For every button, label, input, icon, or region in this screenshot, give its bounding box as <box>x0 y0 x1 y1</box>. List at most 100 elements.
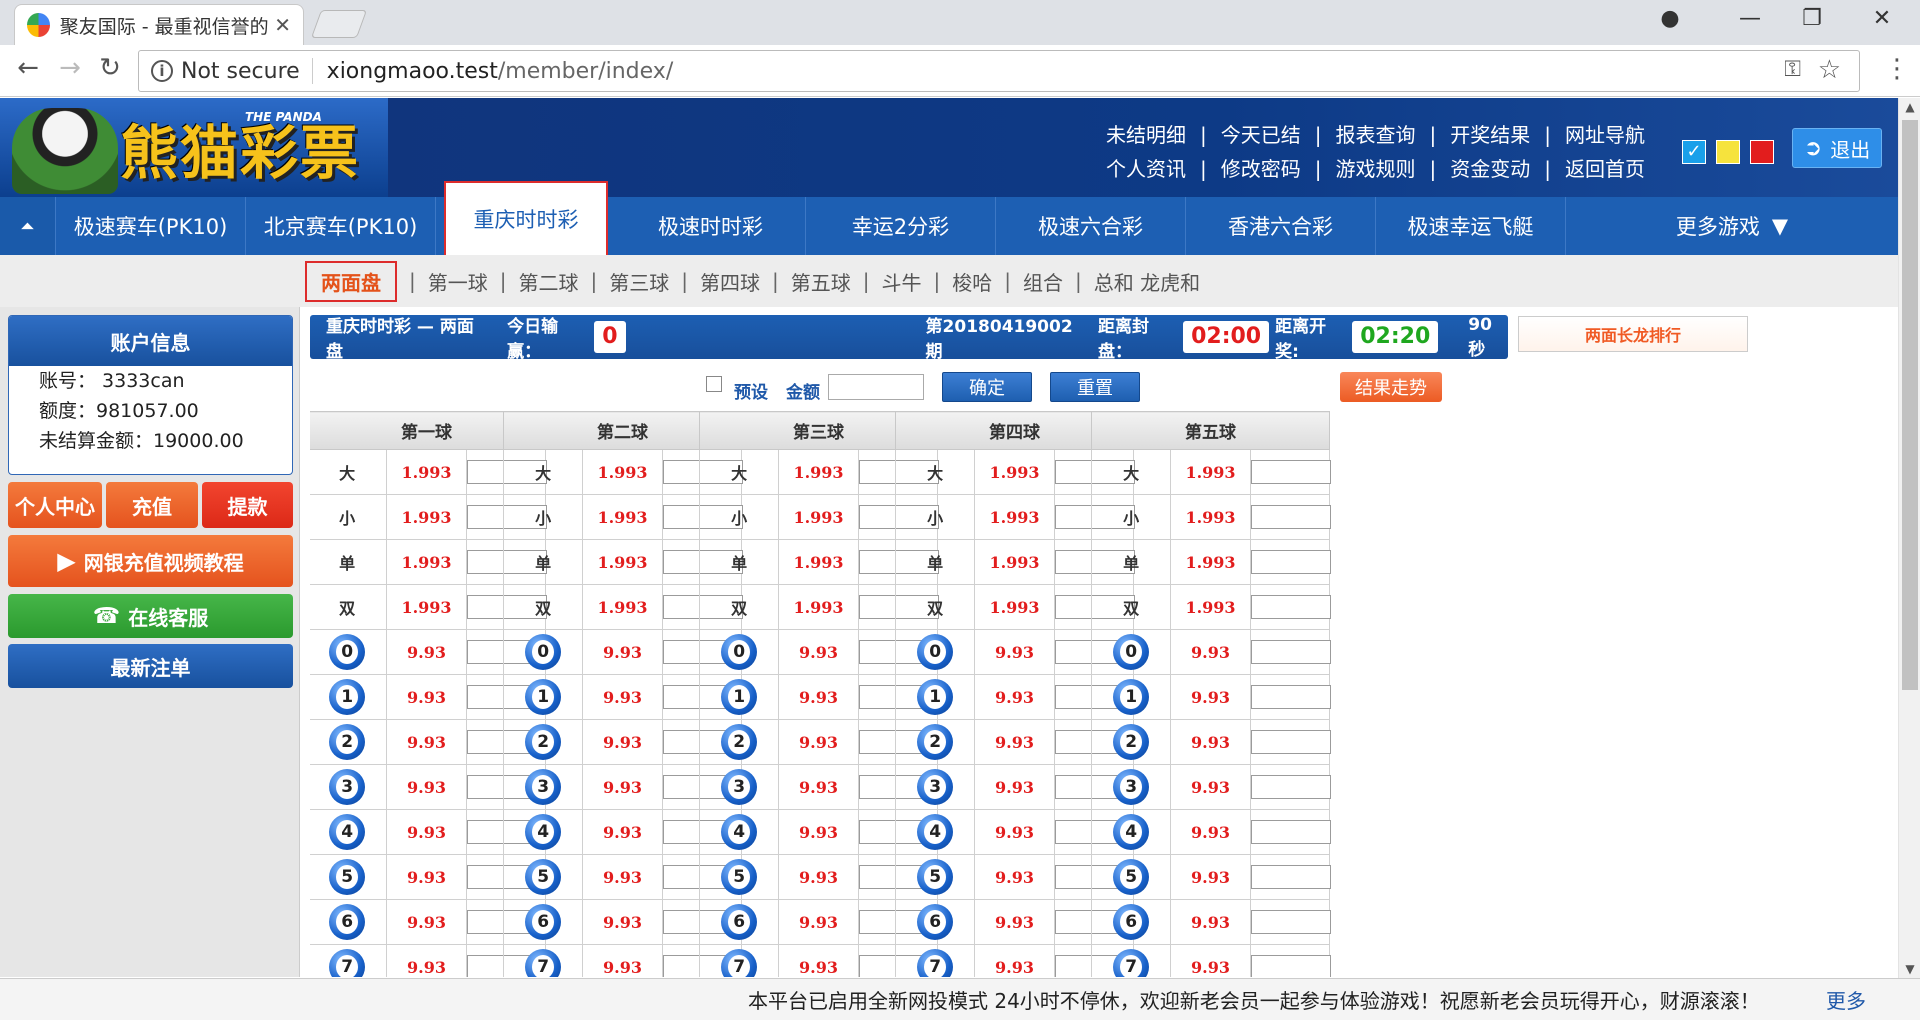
odds-value[interactable]: 9.93 <box>778 719 859 765</box>
odds-value[interactable]: 9.93 <box>582 719 663 765</box>
link-reports[interactable]: 报表查询 <box>1336 118 1416 152</box>
amount-input[interactable] <box>828 374 924 400</box>
recharge-button[interactable]: 充值 <box>106 482 198 528</box>
odds-value[interactable]: 9.93 <box>386 944 467 977</box>
page-scrollbar[interactable]: ▲ ▼ <box>1898 98 1920 978</box>
odds-value[interactable]: 1.993 <box>974 494 1055 540</box>
reset-button[interactable]: 重置 <box>1050 372 1140 402</box>
restore-icon[interactable]: ❐ <box>1792 6 1832 31</box>
preset-checkbox[interactable] <box>706 376 722 392</box>
subnav-bull[interactable]: 斗牛 <box>882 267 922 296</box>
odds-value[interactable]: 9.93 <box>974 719 1055 765</box>
odds-value[interactable]: 1.993 <box>582 494 663 540</box>
odds-value[interactable]: 1.993 <box>778 449 859 495</box>
odds-value[interactable]: 9.93 <box>974 899 1055 945</box>
nav-item-speed-airship[interactable]: 极速幸运飞艇 <box>1376 197 1566 255</box>
odds-value[interactable]: 9.93 <box>582 764 663 810</box>
odds-value[interactable]: 9.93 <box>1170 629 1251 675</box>
link-fund-changes[interactable]: 资金变动 <box>1450 152 1530 186</box>
odds-value[interactable]: 1.993 <box>778 494 859 540</box>
odds-value[interactable]: 9.93 <box>778 899 859 945</box>
subnav-ball-2[interactable]: 第二球 <box>519 267 579 296</box>
odds-value[interactable]: 1.993 <box>1170 539 1251 585</box>
bet-amount-input[interactable] <box>1250 505 1331 529</box>
nav-item-speed-marksix[interactable]: 极速六合彩 <box>996 197 1186 255</box>
chevron-up-icon[interactable]: ⏶ <box>0 197 56 255</box>
link-home[interactable]: 返回首页 <box>1565 152 1645 186</box>
odds-value[interactable]: 9.93 <box>974 854 1055 900</box>
odds-value[interactable]: 1.993 <box>386 494 467 540</box>
odds-value[interactable]: 9.93 <box>386 764 467 810</box>
odds-value[interactable]: 1.993 <box>582 449 663 495</box>
odds-value[interactable]: 9.93 <box>1170 719 1251 765</box>
odds-value[interactable]: 9.93 <box>1170 674 1251 720</box>
link-change-password[interactable]: 修改密码 <box>1221 152 1301 186</box>
nav-item-pk10-beijing[interactable]: 北京赛车(PK10) <box>246 197 436 255</box>
odds-value[interactable]: 9.93 <box>778 764 859 810</box>
link-rules[interactable]: 游戏规则 <box>1336 152 1416 186</box>
odds-value[interactable]: 9.93 <box>778 944 859 977</box>
subnav-combo[interactable]: 组合 <box>1023 267 1063 296</box>
bet-amount-input[interactable] <box>1250 775 1331 799</box>
key-icon[interactable]: ⚿ <box>1784 57 1801 82</box>
logout-button[interactable]: ➲ 退出 <box>1792 128 1882 168</box>
link-draw-results[interactable]: 开奖结果 <box>1450 118 1530 152</box>
odds-value[interactable]: 9.93 <box>974 764 1055 810</box>
odds-value[interactable]: 1.993 <box>974 449 1055 495</box>
link-unsettled[interactable]: 未结明细 <box>1106 118 1186 152</box>
odds-value[interactable]: 9.93 <box>386 719 467 765</box>
bet-amount-input[interactable] <box>1250 595 1331 619</box>
odds-value[interactable]: 9.93 <box>1170 944 1251 977</box>
odds-value[interactable]: 9.93 <box>386 674 467 720</box>
odds-value[interactable]: 9.93 <box>582 809 663 855</box>
scroll-up-icon[interactable]: ▲ <box>1899 100 1920 114</box>
address-bar[interactable]: i Not secure xiongmaoo.test /member/inde… <box>138 50 1860 92</box>
odds-value[interactable]: 1.993 <box>386 449 467 495</box>
reload-icon[interactable]: ↻ <box>92 53 128 83</box>
info-icon[interactable]: i <box>151 60 173 82</box>
scroll-down-icon[interactable]: ▼ <box>1899 962 1920 976</box>
odds-value[interactable]: 9.93 <box>386 809 467 855</box>
odds-value[interactable]: 1.993 <box>1170 449 1251 495</box>
odds-value[interactable]: 9.93 <box>582 674 663 720</box>
browser-tab[interactable]: 聚友国际 - 最重视信誉的 ✕ <box>14 4 304 45</box>
minimize-icon[interactable]: — <box>1730 6 1770 31</box>
theme-yellow-swatch[interactable] <box>1716 140 1740 164</box>
subnav-sum-dragon-tiger[interactable]: 总和 龙虎和 <box>1094 267 1200 296</box>
scroll-thumb[interactable] <box>1902 120 1918 690</box>
nav-item-lucky-2min[interactable]: 幸运2分彩 <box>806 197 996 255</box>
odds-value[interactable]: 1.993 <box>778 539 859 585</box>
site-logo[interactable]: 熊猫彩票 THE PANDA <box>0 98 388 197</box>
link-settled-today[interactable]: 今天已结 <box>1221 118 1301 152</box>
odds-value[interactable]: 9.93 <box>1170 764 1251 810</box>
odds-value[interactable]: 1.993 <box>386 539 467 585</box>
nav-item-speed-ssc[interactable]: 极速时时彩 <box>616 197 806 255</box>
odds-value[interactable]: 9.93 <box>582 944 663 977</box>
bet-amount-input[interactable] <box>1250 460 1331 484</box>
odds-value[interactable]: 1.993 <box>386 584 467 630</box>
result-trend-button[interactable]: 结果走势 <box>1340 372 1442 402</box>
latest-bets-button[interactable]: 最新注单 <box>8 644 293 688</box>
odds-value[interactable]: 9.93 <box>778 854 859 900</box>
odds-value[interactable]: 9.93 <box>582 899 663 945</box>
bet-amount-input[interactable] <box>1250 820 1331 844</box>
bet-amount-input[interactable] <box>1250 955 1331 977</box>
video-tutorial-button[interactable]: ▶ 网银充值视频教程 <box>8 535 293 587</box>
odds-value[interactable]: 9.93 <box>778 809 859 855</box>
nav-item-chongqing-ssc[interactable]: 重庆时时彩 <box>444 181 608 255</box>
bet-amount-input[interactable] <box>1250 640 1331 664</box>
bet-amount-input[interactable] <box>1250 910 1331 934</box>
back-icon[interactable]: ← <box>10 53 46 83</box>
forward-icon[interactable]: → <box>52 53 88 83</box>
confirm-button[interactable]: 确定 <box>942 372 1032 402</box>
odds-value[interactable]: 9.93 <box>1170 899 1251 945</box>
odds-value[interactable]: 9.93 <box>974 629 1055 675</box>
subnav-ball-5[interactable]: 第五球 <box>791 267 851 296</box>
long-dragon-ranking-tab[interactable]: 两面长龙排行 <box>1518 316 1748 352</box>
odds-value[interactable]: 9.93 <box>1170 809 1251 855</box>
subnav-ball-3[interactable]: 第三球 <box>609 267 669 296</box>
bet-amount-input[interactable] <box>1250 550 1331 574</box>
subnav-ball-4[interactable]: 第四球 <box>700 267 760 296</box>
odds-value[interactable]: 9.93 <box>974 674 1055 720</box>
tab-close-icon[interactable]: ✕ <box>274 13 291 37</box>
